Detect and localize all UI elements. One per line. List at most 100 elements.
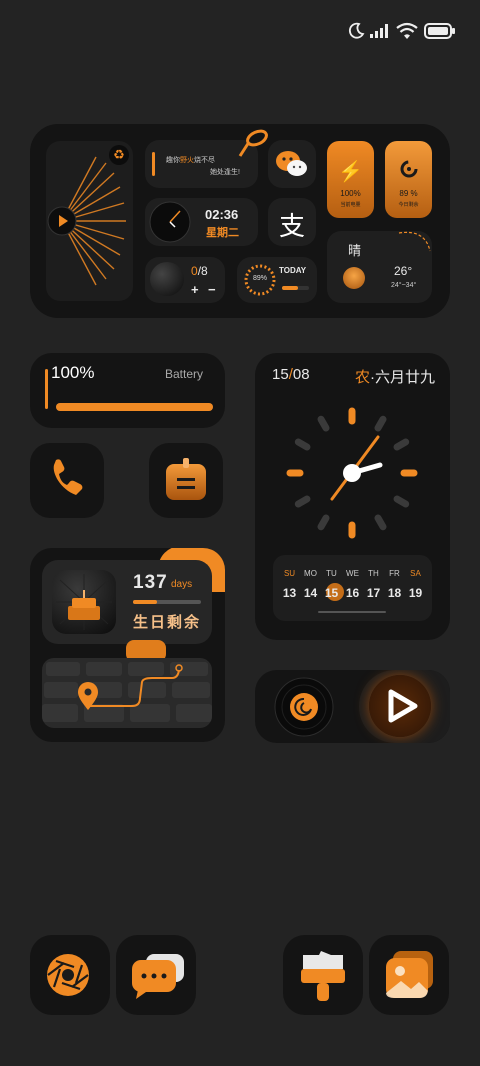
countdown-widget[interactable]: 137 days 生日剩余 bbox=[30, 548, 225, 742]
weekday-row: SU MO TU WE TH FR SA bbox=[279, 569, 426, 578]
day-18[interactable]: 18 bbox=[384, 586, 405, 600]
theme-brush-icon bbox=[301, 951, 345, 1001]
day-17[interactable]: 17 bbox=[363, 586, 384, 600]
mini-clock-icon bbox=[149, 201, 191, 243]
clock-tick bbox=[317, 415, 330, 432]
gallery-icon bbox=[386, 951, 433, 998]
day-19[interactable]: 19 bbox=[405, 586, 426, 600]
battery-progress-track bbox=[56, 403, 213, 411]
lunar-date: 农·六月廿九 bbox=[355, 369, 436, 386]
weather-orbit-decoration bbox=[398, 231, 431, 252]
day-16[interactable]: 16 bbox=[342, 586, 363, 600]
route-graphic bbox=[42, 662, 212, 722]
storage-tile[interactable]: 89 % 今日剩余 bbox=[385, 141, 432, 218]
calendar-app-icon bbox=[166, 458, 206, 500]
wechat-tile[interactable] bbox=[268, 140, 316, 188]
today-progress-track bbox=[282, 286, 309, 290]
phone-icon bbox=[53, 459, 83, 495]
power-label: 当前电量 bbox=[340, 202, 361, 208]
day-row: 13 14 15 16 17 18 19 bbox=[279, 586, 426, 600]
signal-icon bbox=[370, 24, 388, 38]
clock-tick bbox=[374, 514, 387, 531]
gallery-app[interactable] bbox=[369, 935, 449, 1015]
date-text: 15/08 bbox=[272, 366, 310, 383]
status-bar bbox=[340, 20, 460, 44]
clock-tick bbox=[393, 495, 410, 508]
calendar-widget[interactable]: 15/08 农·六月廿九 SU MO TU WE TH FR SA 13 14 15 16 17 18… bbox=[255, 353, 450, 640]
phone-app[interactable] bbox=[30, 443, 104, 518]
recycle-icon[interactable]: ♻ bbox=[109, 145, 129, 165]
sun-icon bbox=[343, 267, 365, 289]
weather-range: 24°~34° bbox=[391, 282, 417, 289]
countdown-label: 生日剩余 bbox=[133, 614, 202, 631]
alipay-icon: 支 bbox=[278, 212, 305, 242]
clock-weekday: 星期二 bbox=[206, 227, 239, 239]
weather-tile[interactable]: 晴 26° 24°~34° bbox=[327, 231, 432, 303]
radial-burst-graphic bbox=[47, 156, 126, 286]
storage-label: 今日剩余 bbox=[398, 202, 419, 208]
today-tile[interactable]: 89% TODAY bbox=[237, 257, 317, 303]
route-map[interactable] bbox=[42, 658, 212, 728]
day-14[interactable]: 14 bbox=[300, 586, 321, 600]
radial-panel[interactable]: ♻ bbox=[46, 141, 133, 301]
battery-label: Battery bbox=[165, 367, 204, 381]
weekday-we: WE bbox=[346, 569, 359, 578]
today-percent: 89% bbox=[252, 275, 267, 282]
calendar-app[interactable] bbox=[149, 443, 223, 518]
wechat-icon bbox=[276, 151, 307, 176]
camera-aperture-icon bbox=[47, 954, 89, 996]
steps-plus-button[interactable]: + bbox=[191, 282, 199, 297]
cake-icon bbox=[56, 574, 112, 630]
quote-tile[interactable]: 趣你野火烧不尽 她处逢生! bbox=[145, 129, 268, 188]
weather-temp: 26° bbox=[394, 264, 413, 278]
power-percent: 100% bbox=[340, 189, 361, 198]
countdown-progress-fill bbox=[133, 600, 157, 604]
birthday-cake-icon bbox=[52, 570, 116, 634]
camera-app[interactable] bbox=[30, 935, 110, 1015]
play-icon bbox=[388, 689, 418, 723]
gauge-icon bbox=[400, 160, 418, 178]
clock-tick bbox=[294, 495, 311, 508]
day-13[interactable]: 13 bbox=[279, 586, 300, 600]
power-tile[interactable]: ⚡ 100% 当前电量 bbox=[327, 141, 374, 218]
weekday-tu: TU bbox=[326, 569, 337, 578]
clock-tick bbox=[317, 514, 330, 531]
lightning-icon: ⚡ bbox=[338, 161, 363, 183]
quote-line-2: 她处逢生! bbox=[210, 169, 240, 176]
weekday-sa: SA bbox=[410, 569, 421, 578]
weekday-su: SU bbox=[283, 569, 296, 578]
countdown-unit: days bbox=[171, 579, 193, 590]
week-strip: SU MO TU WE TH FR SA 13 14 15 16 17 18 19 bbox=[273, 555, 432, 621]
countdown-number: 137 bbox=[133, 572, 168, 593]
analog-clock bbox=[286, 407, 418, 539]
battery-icon bbox=[424, 23, 455, 39]
clock-tick bbox=[393, 438, 410, 451]
ball-icon bbox=[150, 262, 184, 296]
battery-progress-fill bbox=[56, 403, 213, 411]
today-progress-fill bbox=[282, 286, 299, 290]
play-button[interactable] bbox=[369, 675, 431, 737]
music-widget[interactable] bbox=[255, 670, 450, 743]
weekday-fr: FR bbox=[389, 569, 400, 578]
storage-percent: 89 % bbox=[399, 189, 418, 198]
clock-time: 02:36 bbox=[205, 207, 239, 222]
messages-app[interactable] bbox=[116, 935, 196, 1015]
battery-accent-bar bbox=[45, 369, 48, 409]
alipay-tile[interactable]: 支 bbox=[268, 198, 316, 246]
moon-icon bbox=[348, 22, 365, 39]
battery-widget[interactable]: 100% Battery bbox=[30, 353, 225, 428]
day-15[interactable]: 15 bbox=[321, 586, 342, 600]
quote-line-1: 趣你野火烧不尽 bbox=[166, 157, 215, 164]
clock-tile[interactable]: 02:36 星期二 bbox=[145, 198, 258, 246]
steps-value: 0/8 bbox=[191, 264, 208, 278]
steps-tile[interactable]: 0/8 + − bbox=[145, 257, 225, 303]
weather-condition: 晴 bbox=[348, 243, 362, 258]
quote-accent-bar bbox=[152, 152, 155, 176]
top-widget[interactable]: ♻ 趣你野火烧不尽 她处逢生! ⚡ 100% 当前电量 89 % 今日剩余 02… bbox=[30, 124, 450, 318]
week-strip-divider bbox=[318, 611, 386, 613]
theme-app[interactable] bbox=[283, 935, 363, 1015]
clock-tick bbox=[294, 438, 311, 451]
messages-icon bbox=[132, 954, 184, 999]
vinyl-icon[interactable] bbox=[273, 677, 335, 737]
steps-minus-button[interactable]: − bbox=[208, 282, 216, 297]
